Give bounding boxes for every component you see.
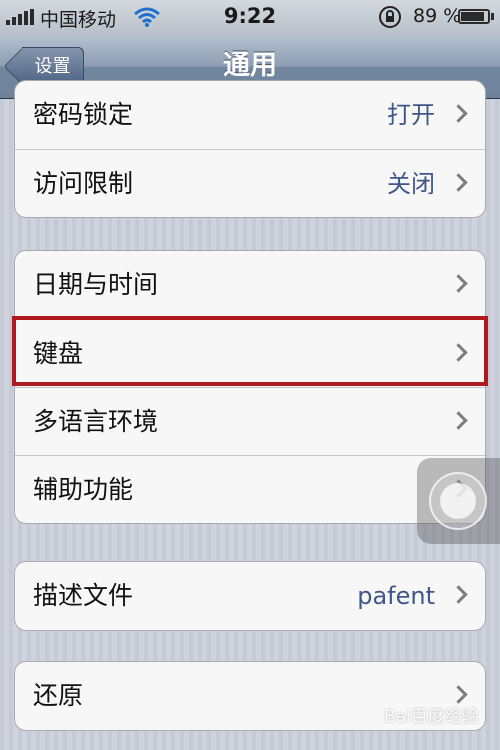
row-label: 还原 — [33, 681, 84, 710]
row-accessibility[interactable]: 辅助功能 — [15, 455, 485, 523]
rotation-lock-icon — [377, 5, 403, 34]
chevron-right-icon — [449, 411, 468, 430]
chevron-right-icon — [449, 585, 468, 604]
row-value: 打开 — [387, 101, 435, 129]
battery-icon — [458, 9, 490, 24]
chevron-right-icon — [449, 343, 468, 362]
settings-group-profile: 描述文件 pafent — [14, 561, 486, 631]
row-label: 访问限制 — [33, 169, 134, 198]
settings-group-security: 密码锁定 打开 访问限制 关闭 — [14, 80, 486, 218]
settings-group-general: 日期与时间 键盘 多语言环境 辅助功能 — [14, 250, 486, 524]
row-passcode-lock[interactable]: 密码锁定 打开 — [15, 81, 485, 149]
battery-tip — [491, 13, 494, 20]
row-label: 描述文件 — [33, 581, 134, 610]
row-label: 日期与时间 — [33, 270, 159, 299]
chevron-right-icon — [449, 173, 468, 192]
chevron-right-icon — [449, 685, 468, 704]
chevron-right-icon — [449, 274, 468, 293]
row-international[interactable]: 多语言环境 — [15, 387, 485, 455]
row-label: 密码锁定 — [33, 100, 134, 129]
row-label: 多语言环境 — [33, 407, 159, 436]
row-restrictions[interactable]: 访问限制 关闭 — [15, 149, 485, 217]
row-label: 键盘 — [33, 339, 84, 368]
assistive-touch-button[interactable] — [417, 458, 500, 544]
row-profile[interactable]: 描述文件 pafent — [15, 562, 485, 630]
battery-fill — [461, 12, 485, 21]
row-date-time[interactable]: 日期与时间 — [15, 251, 485, 319]
watermark: Bai百度经验 — [384, 707, 479, 727]
chevron-right-icon — [449, 104, 468, 123]
row-keyboard[interactable]: 键盘 — [15, 319, 485, 387]
battery-percent: 89 % — [413, 5, 462, 27]
assistive-touch-icon — [429, 472, 487, 530]
status-bar: 中国移动 9:22 89 % — [0, 0, 500, 34]
row-label: 辅助功能 — [33, 475, 134, 504]
row-value: 关闭 — [387, 170, 435, 198]
row-value: pafent — [357, 582, 435, 610]
back-button-label: 设置 — [34, 56, 71, 77]
